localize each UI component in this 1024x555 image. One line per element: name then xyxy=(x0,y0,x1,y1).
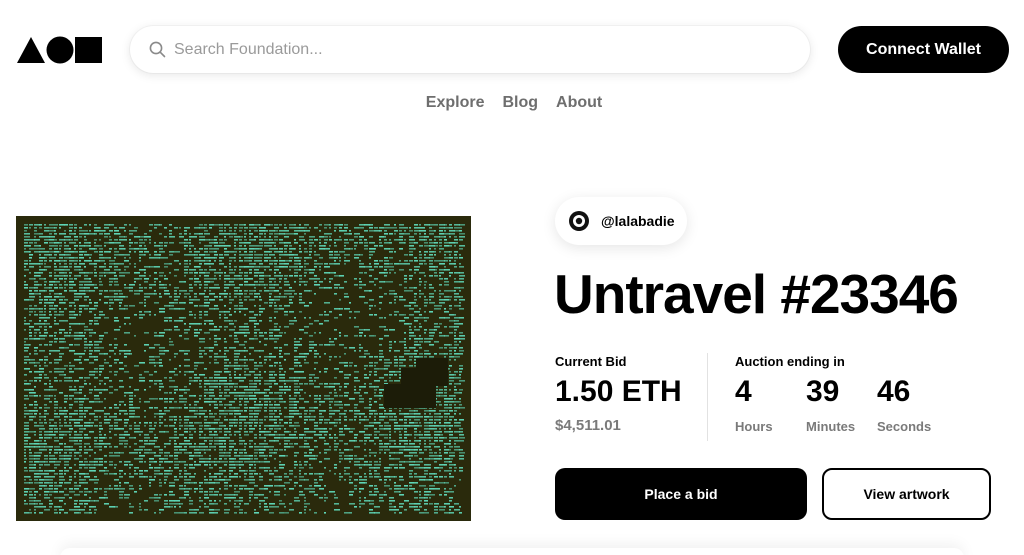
current-bid-label: Current Bid xyxy=(555,354,627,369)
countdown-seconds-label: Seconds xyxy=(877,419,932,434)
main-nav: Explore Blog About xyxy=(0,94,1024,112)
current-bid-section: Current Bid 1.50 ETH $4,511.01 xyxy=(555,354,682,434)
place-bid-button[interactable]: Place a bid xyxy=(555,468,807,520)
current-bid-usd: $4,511.01 xyxy=(555,417,621,434)
countdown-seconds: 46 Seconds xyxy=(877,375,948,434)
current-bid-value: 1.50 ETH xyxy=(555,375,682,408)
foundation-logo-icon[interactable] xyxy=(17,36,103,64)
view-artwork-button[interactable]: View artwork xyxy=(822,468,991,520)
search-icon xyxy=(148,41,166,59)
nav-explore[interactable]: Explore xyxy=(426,94,485,112)
artwork-title: Untravel #23346 xyxy=(554,263,959,325)
search-input[interactable] xyxy=(174,40,774,59)
countdown-seconds-value: 46 xyxy=(877,375,911,408)
nav-about[interactable]: About xyxy=(556,94,602,112)
search-bar[interactable] xyxy=(130,26,810,73)
countdown-hours: 4 Hours xyxy=(735,375,806,434)
countdown-minutes: 39 Minutes xyxy=(806,375,877,434)
avatar xyxy=(568,210,590,232)
creator-link[interactable]: @lalabadie xyxy=(555,197,687,245)
artwork-image[interactable] xyxy=(16,216,471,521)
nav-blog[interactable]: Blog xyxy=(502,94,538,112)
divider xyxy=(707,353,708,441)
countdown-minutes-value: 39 xyxy=(806,375,840,408)
countdown-minutes-label: Minutes xyxy=(806,419,856,434)
countdown-hours-label: Hours xyxy=(735,419,773,434)
content-card-edge xyxy=(60,548,964,555)
creator-handle: @lalabadie xyxy=(601,213,675,229)
countdown-hours-value: 4 xyxy=(735,375,752,408)
auction-countdown: Auction ending in 4 Hours 39 Minutes 46 … xyxy=(735,354,948,434)
connect-wallet-button[interactable]: Connect Wallet xyxy=(838,26,1009,73)
auction-label: Auction ending in xyxy=(735,354,845,369)
